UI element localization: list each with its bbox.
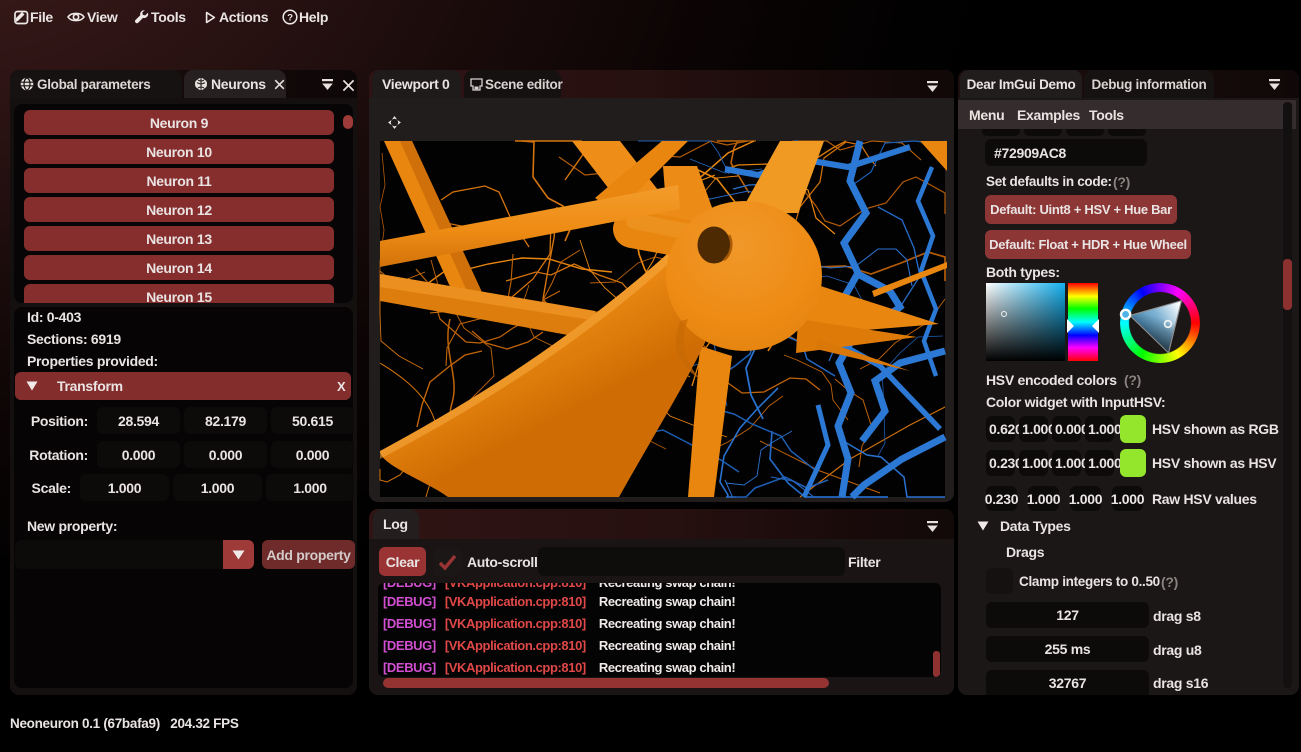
svg-text:?: ? (287, 12, 293, 23)
